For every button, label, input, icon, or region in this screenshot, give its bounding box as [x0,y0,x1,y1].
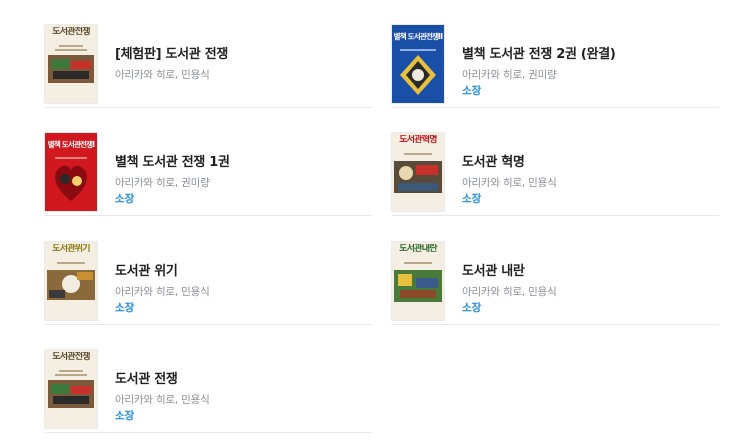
book-item[interactable]: 도서관혁명 도서관 혁명 아리카와 히로, 민용식 소장 [392,108,719,216]
book-cover[interactable]: 별책 도서관전쟁Ⅰ [45,133,97,211]
book-title[interactable]: 별책 도서관 전쟁 1권 [115,151,230,170]
book-cover[interactable]: 도서관내란 [392,242,444,320]
book-authors: 아리카와 히로, 민용식 [115,394,210,406]
owned-badge: 소장 [462,302,482,314]
cover-title: 도서관위기 [52,244,90,254]
book-cover[interactable]: 별책 도서관전쟁Ⅱ [392,25,444,103]
book-item[interactable]: 도서관전쟁 [체험판] 도서관 전쟁 아리카와 히로, 민용식 [45,0,372,108]
book-title[interactable]: 도서관 전쟁 [115,368,178,387]
book-title[interactable]: 도서관 내란 [462,260,525,279]
book-item[interactable]: 도서관위기 도서관 위기 아리카와 히로, 민용식 소장 [45,217,372,325]
book-authors: 아리카와 히로, 권미량 [115,177,210,189]
book-item[interactable]: 도서관전쟁 도서관 전쟁 아리카와 히로, 민용식 소장 [45,325,372,433]
owned-badge: 소장 [462,85,482,97]
owned-badge: 소장 [115,410,135,422]
book-title[interactable]: 도서관 혁명 [462,151,525,170]
book-authors: 아리카와 히로, 권미량 [462,69,557,81]
book-cover[interactable]: 도서관혁명 [392,133,444,211]
cover-title: 도서관혁명 [399,135,437,145]
cover-title: 도서관전쟁 [52,352,90,362]
owned-badge: 소장 [115,302,135,314]
book-authors: 아리카와 히로, 민용식 [462,177,557,189]
book-title[interactable]: 별책 도서관 전쟁 2권 (완결) [462,43,616,62]
book-cover[interactable]: 도서관전쟁 [45,25,97,103]
book-title[interactable]: [체험판] 도서관 전쟁 [115,43,228,62]
book-list: 도서관전쟁 [체험판] 도서관 전쟁 아리카와 히로, 민용식 별책 도서관전쟁… [0,0,743,448]
book-authors: 아리카와 히로, 민용식 [115,286,210,298]
cover-title: 별책 도서관전쟁Ⅱ [393,32,443,41]
book-title[interactable]: 도서관 위기 [115,260,178,279]
book-item[interactable]: 도서관내란 도서관 내란 아리카와 히로, 민용식 소장 [392,217,719,325]
book-item[interactable]: 별책 도서관전쟁Ⅱ 별책 도서관 전쟁 2권 (완결) 아리카와 히로, 권미량… [392,0,719,108]
book-authors: 아리카와 히로, 민용식 [115,69,210,81]
cover-title: 도서관전쟁 [52,27,90,37]
owned-badge: 소장 [115,193,135,205]
book-item[interactable]: 별책 도서관전쟁Ⅰ 별책 도서관 전쟁 1권 아리카와 히로, 권미량 소장 [45,108,372,216]
owned-badge: 소장 [462,193,482,205]
book-cover[interactable]: 도서관전쟁 [45,350,97,428]
cover-title: 도서관내란 [399,244,437,254]
cover-title: 별책 도서관전쟁Ⅰ [47,140,95,149]
book-authors: 아리카와 히로, 민용식 [462,286,557,298]
book-cover[interactable]: 도서관위기 [45,242,97,320]
